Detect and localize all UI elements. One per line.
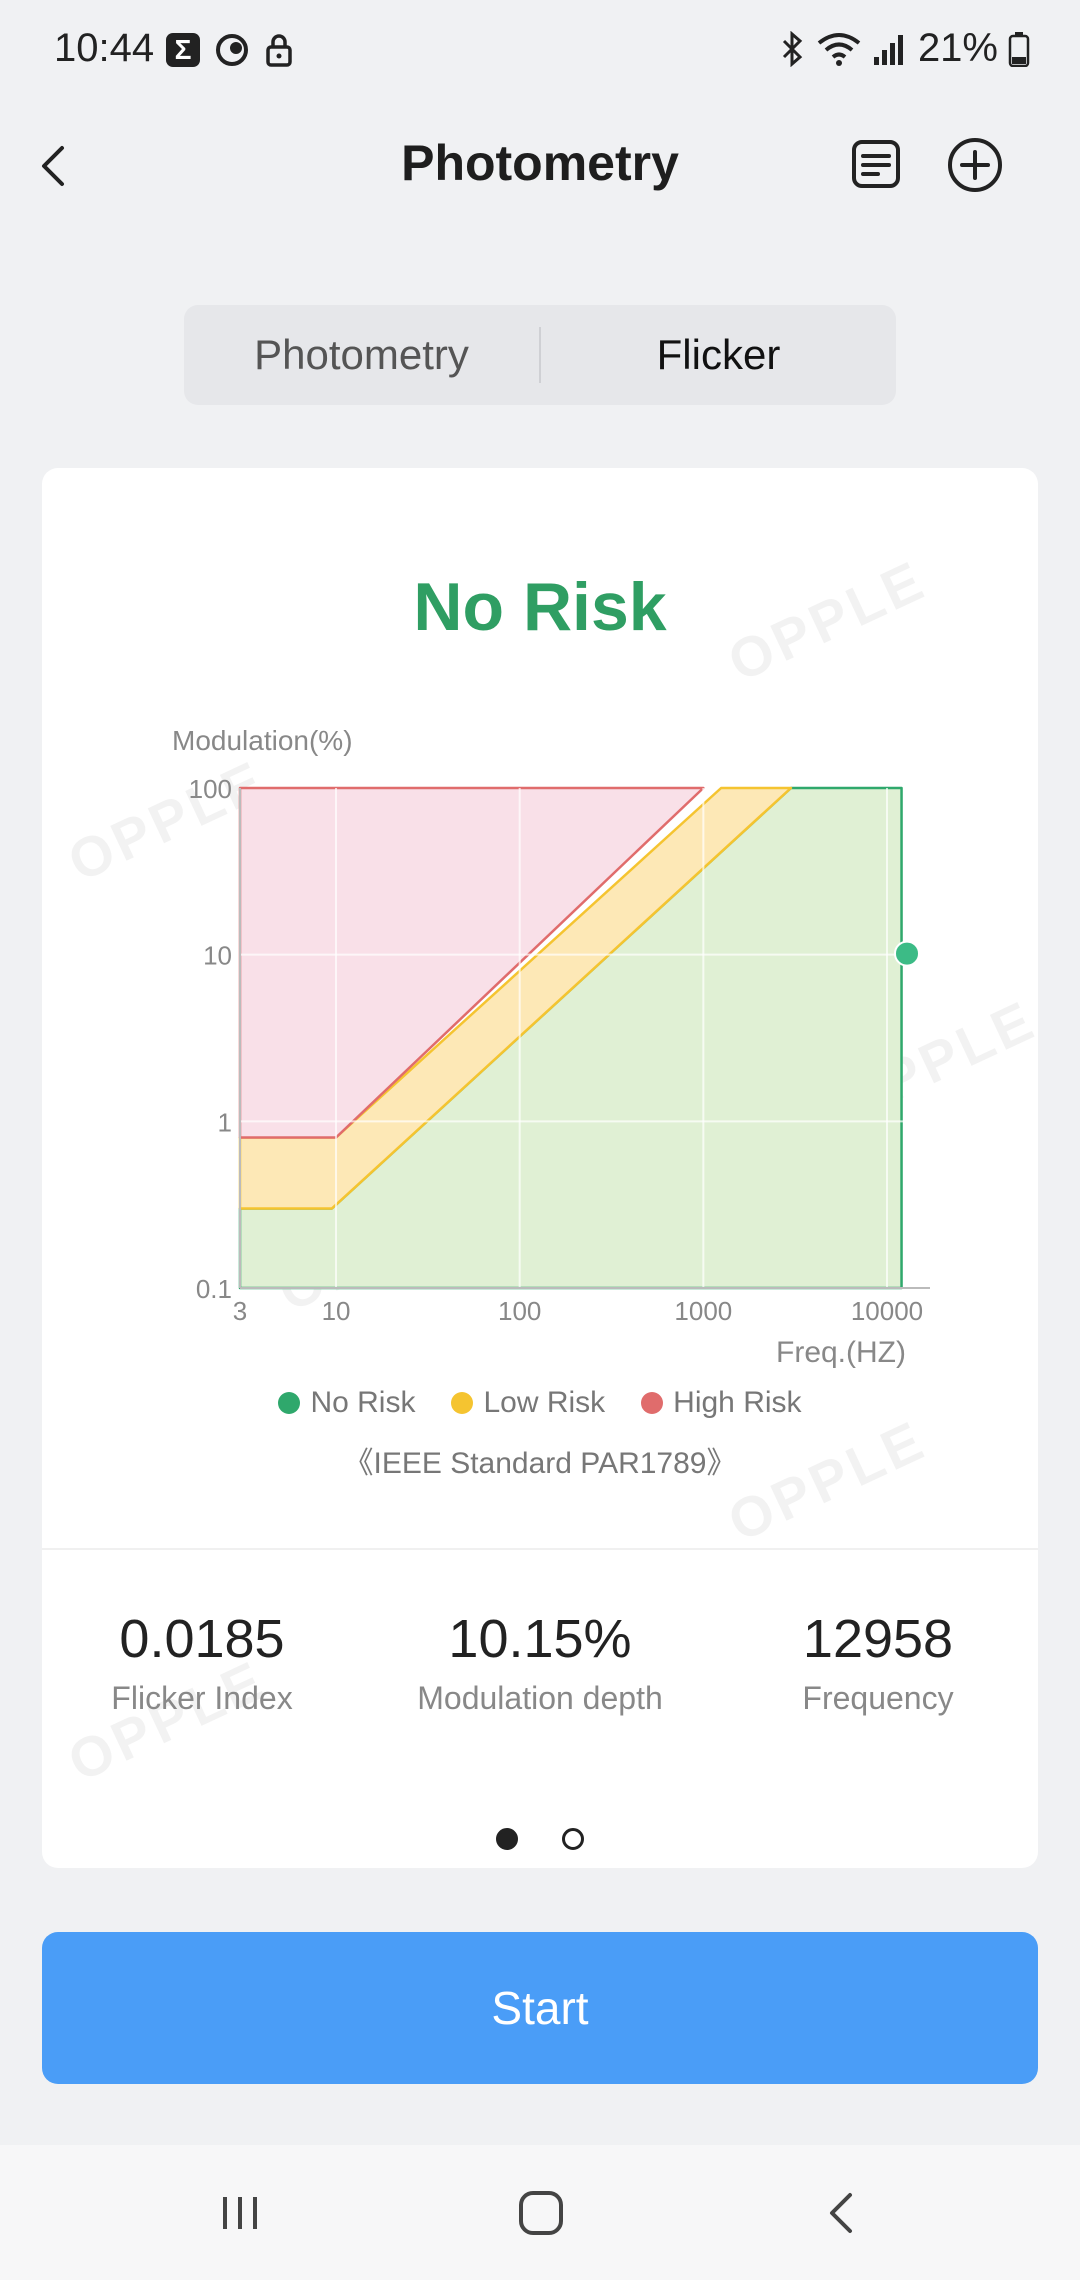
metric-value: 0.0185 bbox=[119, 1609, 285, 1669]
y-tick-label: 100 bbox=[189, 774, 232, 804]
flicker-risk-chart: 3 10 100 1000 10000 100 10 1 0.1 Modulation(%) Fre… bbox=[172, 725, 930, 1369]
measurement-point bbox=[894, 940, 920, 967]
recent-apps-button[interactable] bbox=[205, 2181, 275, 2245]
system-nav-bar bbox=[0, 2145, 1080, 2280]
bluetooth-icon bbox=[782, 30, 803, 67]
y-tick-label: 0.1 bbox=[196, 1274, 232, 1304]
add-button[interactable] bbox=[946, 136, 1004, 194]
recent-apps-icon bbox=[223, 2197, 257, 2229]
page-indicator bbox=[42, 1828, 1038, 1850]
x-tick-label: 3 bbox=[233, 1296, 247, 1326]
x-tick-label: 1000 bbox=[674, 1296, 732, 1326]
wifi-icon bbox=[817, 32, 861, 66]
system-back-button[interactable] bbox=[808, 2181, 878, 2245]
page-dot[interactable] bbox=[562, 1828, 584, 1850]
x-tick-label: 10000 bbox=[851, 1296, 923, 1326]
legend-dot-no-risk bbox=[278, 1392, 301, 1414]
standard-reference: 《IEEE Standard PAR1789》 bbox=[343, 1447, 737, 1480]
signal-icon bbox=[873, 34, 903, 65]
app-header: Photometry bbox=[0, 110, 1080, 220]
legend-low-risk: Low Risk bbox=[451, 1386, 605, 1420]
start-button[interactable]: Start bbox=[42, 1932, 1038, 2084]
home-button[interactable] bbox=[506, 2181, 576, 2245]
status-time: 10:44 bbox=[54, 26, 155, 70]
y-tick-label: 10 bbox=[203, 941, 232, 971]
metric-frequency: 12958 Frequency bbox=[728, 1608, 1028, 1717]
x-axis-title: Freq.(HZ) bbox=[776, 1336, 906, 1369]
home-icon bbox=[519, 2191, 563, 2235]
legend-dot-low-risk bbox=[451, 1392, 474, 1414]
page-title: Photometry bbox=[401, 135, 679, 191]
battery-percent: 21% bbox=[917, 26, 998, 70]
metric-value: 12958 bbox=[802, 1609, 954, 1669]
metric-flicker-index: 0.0185 Flicker Index bbox=[52, 1608, 352, 1717]
card-divider bbox=[42, 1548, 1038, 1550]
legend-label: No Risk bbox=[310, 1386, 416, 1419]
sigma-icon: Σ bbox=[166, 33, 200, 67]
tab-photometry[interactable]: Photometry bbox=[184, 331, 539, 379]
y-tick-label: 1 bbox=[218, 1107, 232, 1137]
status-bar: 10:44 Σ 21% bbox=[0, 0, 1080, 100]
segmented-tabs: Photometry Flicker bbox=[184, 305, 896, 405]
status-icons-right: 21% bbox=[780, 26, 1030, 71]
legend-label: Low Risk bbox=[483, 1386, 606, 1419]
page-dot-active[interactable] bbox=[496, 1828, 518, 1850]
legend-no-risk: No Risk bbox=[278, 1386, 415, 1420]
metric-label: Flicker Index bbox=[111, 1680, 293, 1716]
status-icons-left: Σ bbox=[166, 32, 294, 68]
legend-high-risk: High Risk bbox=[641, 1386, 802, 1420]
chevron-left-icon bbox=[42, 146, 64, 186]
chart-legend: No Risk Low Risk High Risk bbox=[42, 1386, 1038, 1420]
lock-icon bbox=[266, 34, 292, 67]
x-tick-label: 10 bbox=[322, 1296, 351, 1326]
plus-circle-icon bbox=[948, 138, 1002, 192]
y-axis-title: Modulation(%) bbox=[172, 725, 353, 756]
back-arrow-icon bbox=[830, 2193, 852, 2233]
legend-dot-high-risk bbox=[641, 1392, 664, 1414]
metric-modulation-depth: 10.15% Modulation depth bbox=[390, 1608, 690, 1717]
legend-label: High Risk bbox=[673, 1386, 802, 1419]
battery-icon bbox=[1008, 31, 1030, 67]
document-list-icon bbox=[852, 140, 900, 188]
metric-label: Modulation depth bbox=[417, 1680, 663, 1716]
records-button[interactable] bbox=[848, 136, 904, 192]
metric-value: 10.15% bbox=[448, 1609, 632, 1669]
back-button[interactable] bbox=[30, 138, 80, 194]
flicker-result-card: No Risk OPPLE OPPLE OPPLE OPPLE OPPLE OP… bbox=[42, 468, 1038, 1868]
tab-flicker[interactable]: Flicker bbox=[541, 331, 896, 379]
c-logo-icon bbox=[216, 34, 248, 66]
x-tick-label: 100 bbox=[498, 1296, 541, 1326]
metric-label: Frequency bbox=[802, 1680, 954, 1716]
